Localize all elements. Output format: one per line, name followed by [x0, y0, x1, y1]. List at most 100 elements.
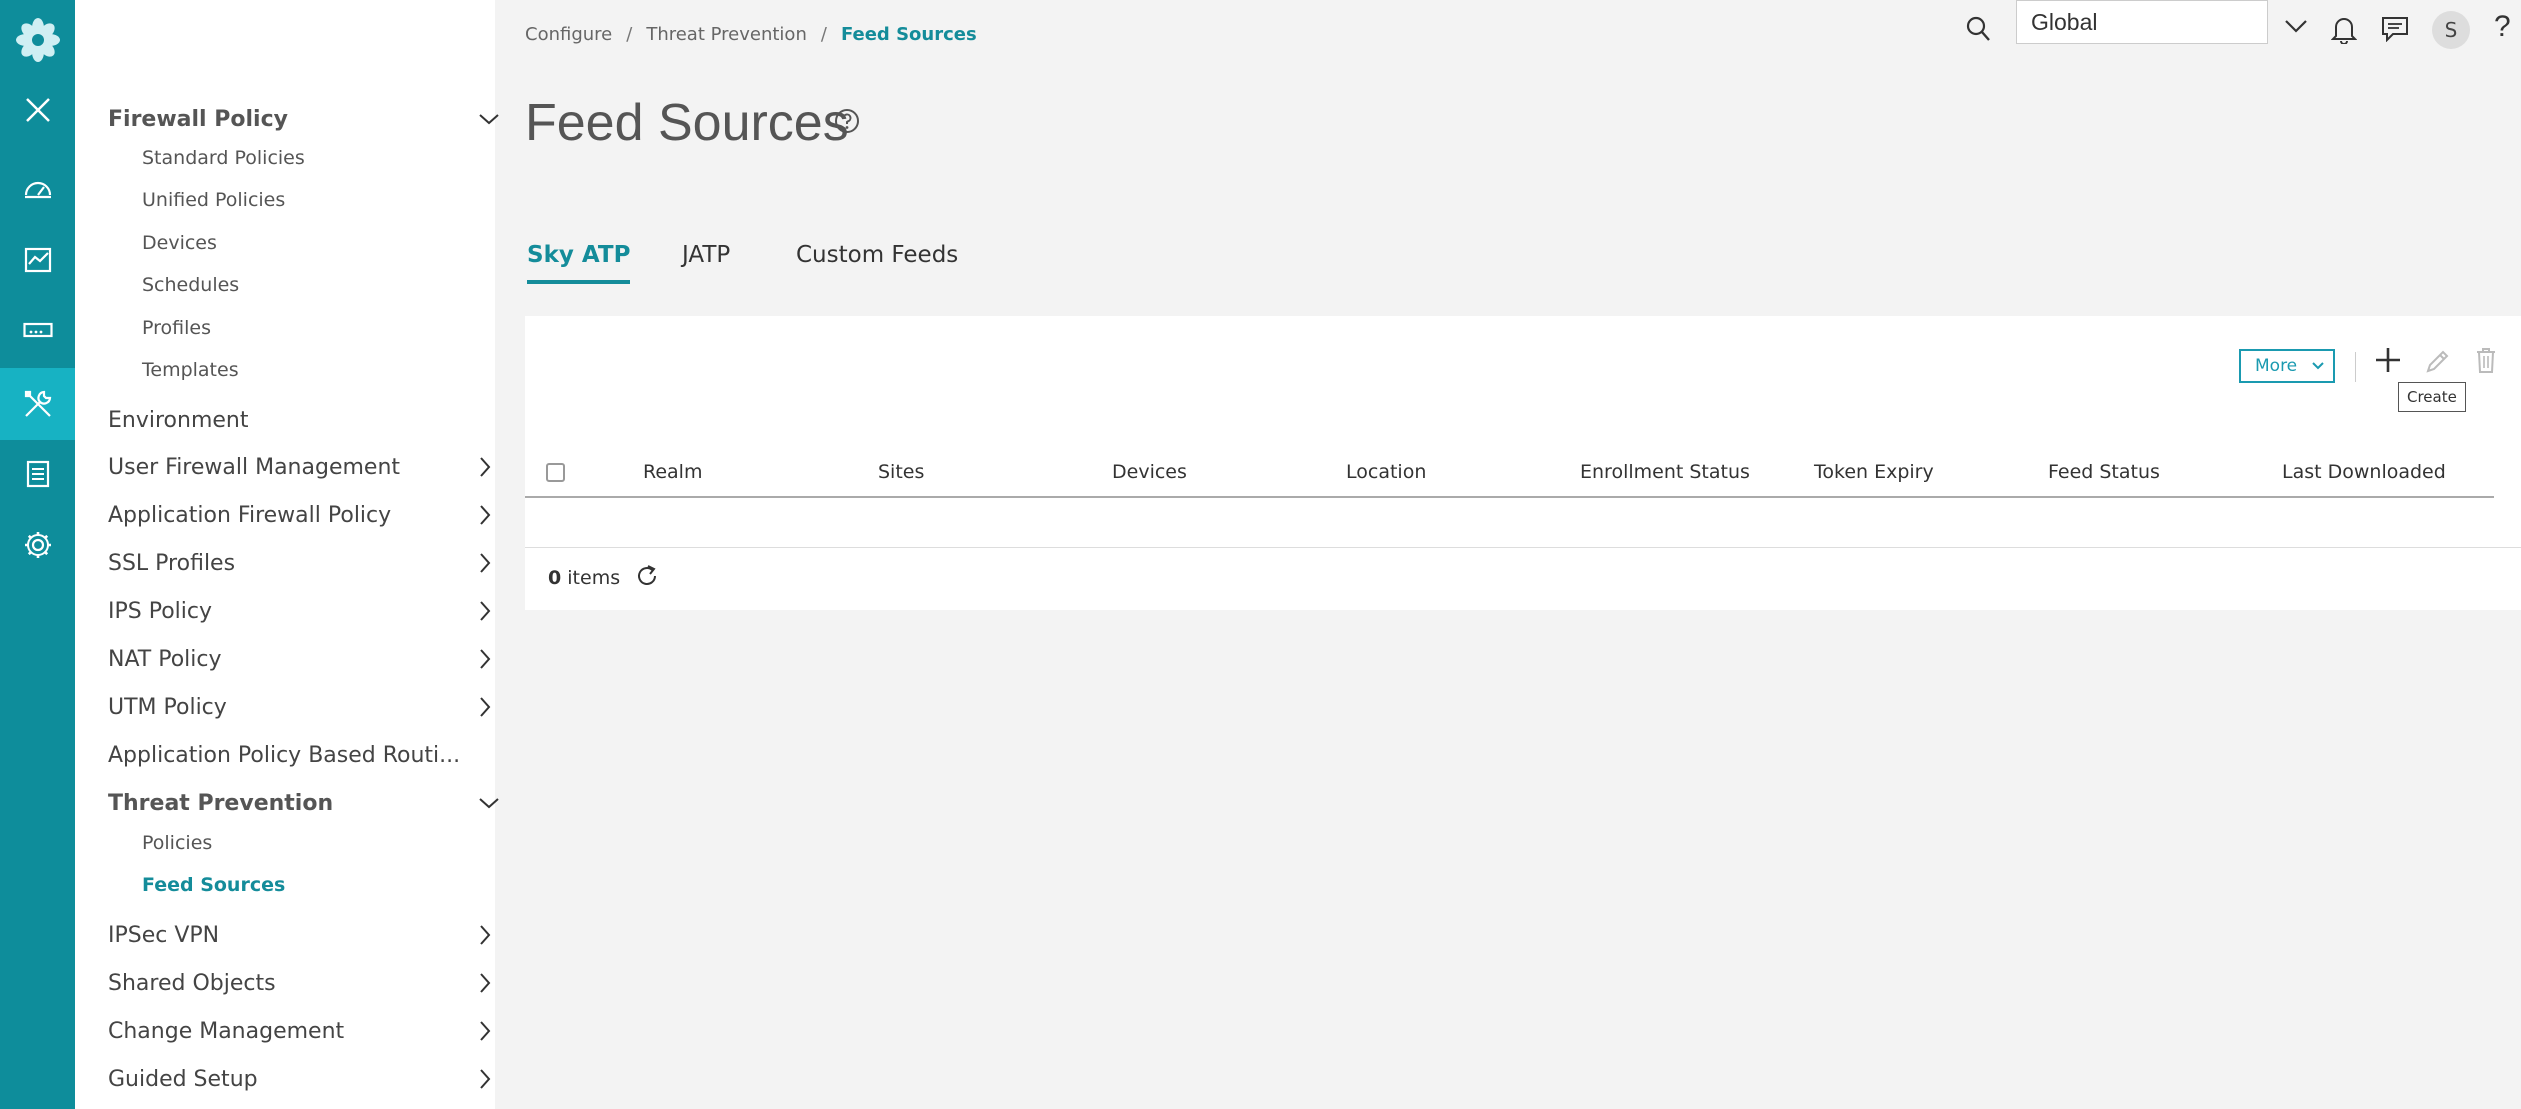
plus-icon[interactable]	[2374, 346, 2402, 374]
sidebar-section-label: Application Policy Based Routi...	[108, 742, 461, 768]
sidebar-section-ipsec-vpn[interactable]: IPSec VPN	[108, 913, 508, 957]
sidebar-section-threat-prevention[interactable]: Threat Prevention	[108, 781, 508, 825]
chevron-right-icon	[480, 553, 491, 573]
sidebar-section-label: User Firewall Management	[108, 454, 401, 480]
breadcrumb-threat-prevention[interactable]: Threat Prevention	[646, 24, 807, 45]
chevron-right-icon	[480, 1021, 491, 1041]
feed-sources-grid: More Create Realm Sites Devices Location…	[525, 316, 2521, 610]
sidebar-section-ssl-profiles[interactable]: SSL Profiles	[108, 541, 508, 585]
devices-icon[interactable]	[0, 294, 75, 366]
column-realm[interactable]: Realm	[643, 446, 702, 498]
page-title: Feed Sources	[525, 94, 849, 152]
monitor-icon[interactable]	[0, 224, 75, 296]
more-button[interactable]: More	[2239, 349, 2335, 383]
sidebar-section-shared-objects[interactable]: Shared Objects	[108, 961, 508, 1005]
tab-jatp[interactable]: JATP	[682, 242, 730, 284]
sidebar-section-user-firewall[interactable]: User Firewall Management	[108, 445, 508, 489]
chevron-down-icon[interactable]	[2284, 18, 2308, 34]
sidebar-section-label: Environment	[108, 407, 249, 433]
sidebar-item-feed-sources[interactable]: Feed Sources	[142, 874, 285, 896]
sidebar-section-label: IPS Policy	[108, 598, 212, 624]
sidebar-section-label: NAT Policy	[108, 646, 222, 672]
trash-icon[interactable]	[2474, 346, 2498, 374]
sidebar-item-app-policy-routing[interactable]: Application Policy Based Routi...	[108, 733, 508, 777]
tab-custom-feeds[interactable]: Custom Feeds	[796, 242, 958, 284]
sidebar-item-unified-policies[interactable]: Unified Policies	[142, 189, 285, 211]
table-header: Realm Sites Devices Location Enrollment …	[525, 446, 2494, 498]
column-enrollment-status[interactable]: Enrollment Status	[1580, 446, 1750, 498]
column-token-expiry[interactable]: Token Expiry	[1814, 446, 1934, 498]
sidebar-section-label: SSL Profiles	[108, 550, 236, 576]
sidebar-section-label: IPSec VPN	[108, 922, 220, 948]
sidebar-nav: Firewall Policy Standard Policies Unifie…	[75, 0, 499, 1109]
column-location[interactable]: Location	[1346, 446, 1426, 498]
sidebar-section-guided-setup[interactable]: Guided Setup	[108, 1057, 508, 1101]
sidebar-section-change-management[interactable]: Change Management	[108, 1009, 508, 1053]
reports-icon[interactable]	[0, 438, 75, 510]
column-sites[interactable]: Sites	[878, 446, 924, 498]
breadcrumb-configure[interactable]: Configure	[525, 24, 612, 45]
sidebar-item-templates[interactable]: Templates	[142, 359, 239, 381]
message-icon[interactable]	[2381, 16, 2409, 42]
sidebar-section-app-firewall[interactable]: Application Firewall Policy	[108, 493, 508, 537]
sidebar-section-label: Threat Prevention	[108, 790, 334, 816]
item-count-suffix: items	[567, 567, 621, 589]
sidebar-section-utm-policy[interactable]: UTM Policy	[108, 685, 508, 729]
close-icon[interactable]	[0, 74, 75, 146]
toolbar-divider	[2355, 352, 2356, 382]
search-icon[interactable]	[1965, 15, 1991, 43]
column-last-downloaded[interactable]: Last Downloaded	[2282, 446, 2446, 498]
breadcrumb-separator: /	[626, 24, 633, 45]
sidebar-item-devices[interactable]: Devices	[142, 232, 217, 254]
sidebar-item-profiles[interactable]: Profiles	[142, 317, 211, 339]
column-devices[interactable]: Devices	[1112, 446, 1187, 498]
sidebar-section-label: Application Firewall Policy	[108, 502, 392, 528]
sidebar-section-label: Shared Objects	[108, 970, 276, 996]
column-feed-status[interactable]: Feed Status	[2048, 446, 2160, 498]
settings-icon[interactable]	[0, 509, 75, 581]
domain-select[interactable]: Global	[2016, 0, 2268, 44]
breadcrumb-separator: /	[820, 24, 827, 45]
help-icon[interactable]	[834, 108, 860, 134]
configure-icon[interactable]	[0, 368, 75, 440]
table-footer-divider	[525, 547, 2521, 548]
more-button-label: More	[2255, 356, 2298, 376]
sidebar-item-environment[interactable]: Environment	[108, 398, 508, 442]
dashboard-icon[interactable]	[0, 152, 75, 224]
sidebar-item-schedules[interactable]: Schedules	[142, 274, 239, 296]
chevron-down-icon	[479, 114, 499, 125]
sidebar-section-label: Change Management	[108, 1018, 345, 1044]
chevron-right-icon	[480, 505, 491, 525]
breadcrumb: Configure / Threat Prevention / Feed Sou…	[525, 24, 977, 45]
select-all-checkbox[interactable]	[546, 463, 565, 482]
sidebar-section-ips-policy[interactable]: IPS Policy	[108, 589, 508, 633]
create-tooltip: Create	[2398, 382, 2466, 412]
chevron-right-icon	[480, 601, 491, 621]
chevron-right-icon	[480, 973, 491, 993]
logo-icon[interactable]	[0, 0, 75, 80]
chevron-right-icon	[480, 649, 491, 669]
chevron-down-icon	[479, 798, 499, 809]
breadcrumb-current: Feed Sources	[840, 24, 977, 45]
sidebar-item-standard-policies[interactable]: Standard Policies	[142, 147, 305, 169]
help-icon[interactable]: ?	[2494, 10, 2511, 44]
sidebar-section-label: UTM Policy	[108, 694, 227, 720]
bell-icon[interactable]	[2331, 14, 2357, 44]
chevron-right-icon	[480, 925, 491, 945]
item-count-value: 0	[548, 567, 562, 589]
pencil-icon[interactable]	[2424, 349, 2450, 375]
sidebar-section-label: Guided Setup	[108, 1066, 258, 1092]
chevron-right-icon	[480, 457, 491, 477]
avatar[interactable]: S	[2432, 11, 2470, 49]
sidebar-section-nat-policy[interactable]: NAT Policy	[108, 637, 508, 681]
refresh-icon[interactable]	[635, 564, 659, 588]
icon-rail	[0, 0, 75, 1109]
sidebar-item-policies[interactable]: Policies	[142, 832, 212, 854]
sidebar-section-firewall-policy[interactable]: Firewall Policy	[108, 97, 508, 141]
chevron-right-icon	[480, 697, 491, 717]
chevron-right-icon	[480, 1069, 491, 1089]
chevron-down-icon	[2312, 362, 2324, 370]
sidebar-section-label: Firewall Policy	[108, 106, 288, 132]
item-count: 0 items	[548, 567, 620, 589]
tab-sky-atp[interactable]: Sky ATP	[527, 242, 631, 284]
